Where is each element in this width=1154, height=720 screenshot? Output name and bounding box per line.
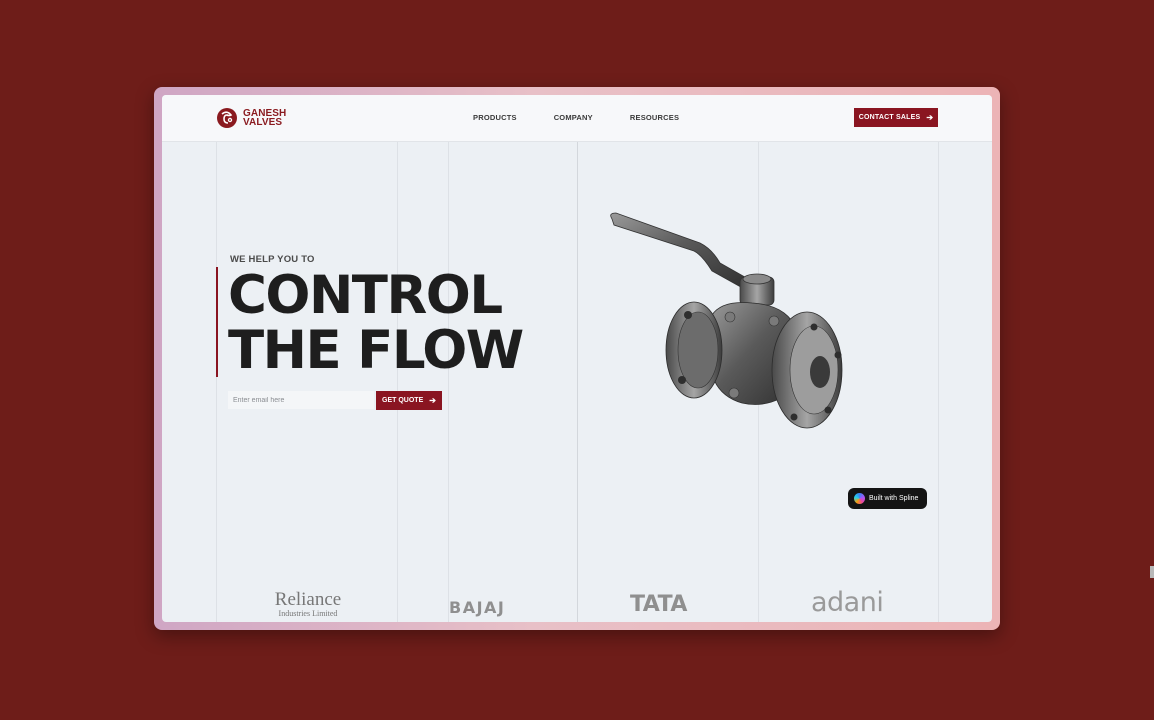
brand-name: GANESH VALVES <box>243 109 286 128</box>
nav-products[interactable]: PRODUCTS <box>473 113 517 122</box>
hero-headline: CONTROL THE FLOW <box>228 265 524 381</box>
nav-company[interactable]: COMPANY <box>554 113 593 122</box>
grid-line <box>448 141 449 622</box>
reliance-name: Reliance <box>274 589 342 610</box>
arrow-right-icon: ➔ <box>926 113 934 122</box>
reliance-logo: Reliance Industries Limited <box>270 589 346 618</box>
browser-frame: GANESH VALVES PRODUCTS COMPANY RESOURCES… <box>154 87 1000 630</box>
get-quote-button[interactable]: GET QUOTE ➔ <box>376 391 442 410</box>
contact-sales-label: CONTACT SALES <box>858 114 921 121</box>
grid-line <box>577 141 578 622</box>
nav-resources[interactable]: RESOURCES <box>630 113 679 122</box>
spline-badge-label: Built with Spline <box>869 495 919 502</box>
reliance-subtitle: Industries Limited <box>278 609 338 618</box>
headline-line-1: CONTROL <box>228 265 503 326</box>
brand-name-line2: VALVES <box>243 117 283 128</box>
main-nav: PRODUCTS COMPANY RESOURCES <box>473 113 716 122</box>
headline-line-2: THE FLOW <box>228 320 524 381</box>
hero-eyebrow: WE HELP YOU TO <box>230 254 315 265</box>
brand-logo[interactable]: GANESH VALVES <box>216 107 286 129</box>
site-header: GANESH VALVES PRODUCTS COMPANY RESOURCES… <box>162 95 992 142</box>
get-quote-label: GET QUOTE <box>382 397 424 404</box>
grid-line <box>216 141 217 622</box>
adani-logo: adani <box>811 587 884 618</box>
tata-logo: TATA <box>630 592 687 617</box>
built-with-spline-badge[interactable]: Built with Spline <box>848 488 927 509</box>
headline-accent-bar <box>216 267 218 377</box>
arrow-right-icon: ➔ <box>429 396 436 405</box>
grid-line <box>938 141 939 622</box>
grid-line <box>397 141 398 622</box>
spline-logo-icon <box>854 493 865 504</box>
mouse-cursor-icon <box>1150 566 1154 578</box>
email-input[interactable] <box>228 391 374 409</box>
ball-valve-3d-model[interactable] <box>602 205 852 445</box>
bajaj-logo: BAJAJ <box>449 598 506 617</box>
contact-sales-button[interactable]: CONTACT SALES ➔ <box>854 108 938 127</box>
ganesh-emblem-icon <box>217 108 237 128</box>
website-window: GANESH VALVES PRODUCTS COMPANY RESOURCES… <box>162 95 992 622</box>
